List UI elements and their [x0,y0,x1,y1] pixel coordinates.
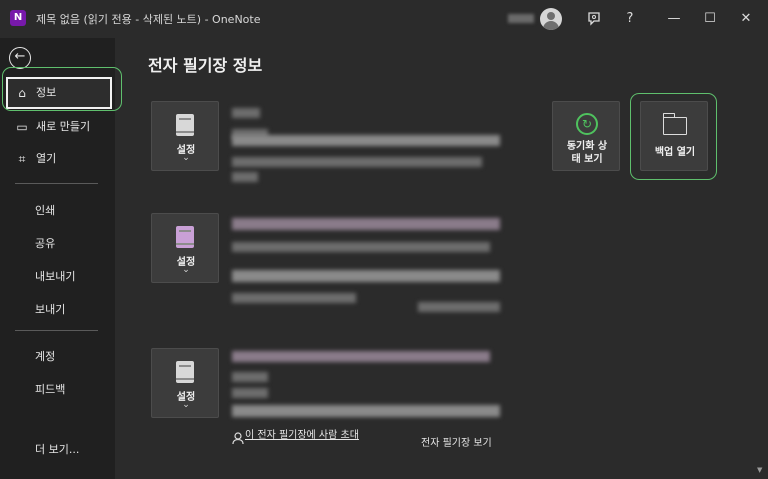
redacted-text [232,172,258,182]
redacted-text [232,218,500,230]
add-person-icon [232,432,244,448]
title-bar: N 제목 없음 (읽기 전용 - 삭제된 노트) - OneNote ? — ☐… [0,0,768,38]
page-title: 전자 필기장 정보 [148,56,263,75]
avatar[interactable] [540,8,562,30]
help-button[interactable]: ? [618,7,642,31]
chevron-down-icon: ⌄ [182,400,190,410]
close-button[interactable]: ✕ [734,7,758,31]
sidebar-divider [15,330,98,331]
feedback-icon[interactable] [582,7,606,31]
redacted-text [232,388,268,398]
sync-label-line1: 동기화 상 [566,141,608,152]
back-arrow-icon[interactable]: ← [9,47,31,69]
redacted-text [232,351,490,362]
focus-highlight [2,67,122,111]
redacted-text [232,108,260,118]
minimize-button[interactable]: — [662,7,686,31]
invite-people-link[interactable]: 이 전자 필기장에 사람 초대 [245,430,365,442]
notebook-settings-button[interactable]: 설정 ⌄ [151,101,219,171]
sidebar-item-account[interactable]: 계정 [35,348,55,364]
sidebar-item-export[interactable]: 내보내기 [35,268,75,284]
window-title: 제목 없음 (읽기 전용 - 삭제된 노트) - OneNote [36,13,261,26]
sidebar-item-open[interactable]: ⌗ 열기 [6,144,113,174]
maximize-button[interactable]: ☐ [698,7,722,31]
view-sync-status-button[interactable]: ↻ 동기화 상 태 보기 [552,101,620,171]
sidebar-item-send[interactable]: 보내기 [35,301,65,317]
sidebar-item-print[interactable]: 인쇄 [35,202,55,218]
sidebar-item-feedback[interactable]: 피드백 [35,381,65,397]
notebook-settings-button[interactable]: 설정 ⌄ [151,348,219,418]
chevron-down-icon: ⌄ [182,265,190,275]
redacted-text [232,157,482,167]
notebook-settings-button[interactable]: 설정 ⌄ [151,213,219,283]
redacted-text [232,135,500,146]
redacted-text [232,293,356,303]
sync-label-line2: 태 보기 [571,154,603,165]
redacted-text [232,405,500,417]
sidebar-item-share[interactable]: 공유 [35,235,55,251]
focus-highlight [630,93,717,180]
sidebar-item-label: 새로 만들기 [36,120,91,133]
user-name-redacted [508,14,534,23]
sidebar-item-label: 열기 [36,152,57,165]
redacted-text [232,270,500,282]
view-notebook-link[interactable]: 전자 필기장 보기 [421,434,492,449]
redacted-text [232,242,490,252]
open-folder-icon: ⌗ [18,152,26,166]
notebook-icon [176,114,194,136]
scroll-down-icon[interactable]: ▼ [757,466,765,474]
sync-icon: ↻ [576,113,598,135]
notebook-icon [176,361,194,383]
redacted-text [232,372,268,382]
onenote-app-icon: N [10,10,26,26]
sidebar-divider [15,183,98,184]
chevron-down-icon: ⌄ [182,153,190,163]
notebook-icon [176,226,194,248]
sidebar-item-new[interactable]: ▭ 새로 만들기 [6,112,113,142]
new-notebook-icon: ▭ [16,120,28,134]
sidebar-item-more[interactable]: 더 보기... [35,441,79,457]
redacted-text [418,302,500,312]
